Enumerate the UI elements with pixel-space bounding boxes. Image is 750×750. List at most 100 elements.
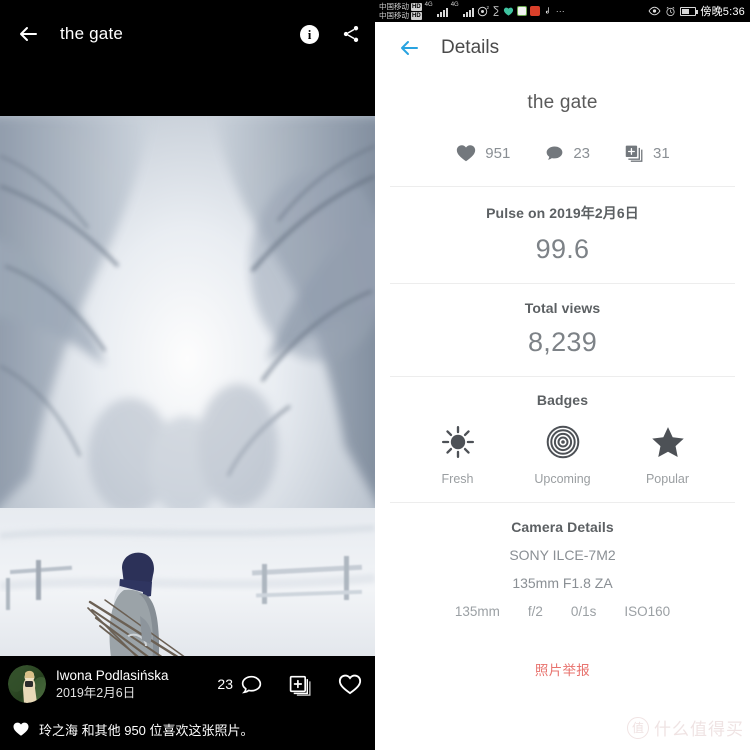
photo-image[interactable] — [0, 116, 375, 656]
author-meta: Iwona Podlasińska 2019年2月6日 — [56, 667, 217, 702]
share-icon[interactable] — [341, 24, 361, 44]
avatar-image — [8, 665, 46, 703]
comment-icon — [241, 675, 262, 693]
heart-icon — [457, 145, 476, 162]
details-header: Details — [375, 22, 750, 74]
info-icon[interactable]: i — [300, 24, 319, 44]
author-date: 2019年2月6日 — [56, 685, 136, 700]
watermark-mark: 值 — [627, 716, 649, 739]
views-value: 8,239 — [527, 327, 598, 357]
right-details-screen: 中国移动 HD 中国移动 HD 4G 4G 2 ··· 傍晚5:36 Detai… — [375, 0, 750, 750]
views-section: Total views 8,239 — [375, 284, 750, 376]
pulse-section: Pulse on 2019年2月6日 99.6 — [375, 187, 750, 283]
comment-icon — [546, 146, 563, 160]
report-photo-link[interactable]: 照片举报 — [375, 633, 750, 679]
back-arrow-icon — [401, 41, 418, 55]
battery-icon — [680, 6, 699, 16]
heart-filled-icon — [13, 722, 29, 736]
exif-aperture: f/2 — [527, 604, 543, 619]
carrier-stack: 中国移动 HD 中国移动 HD — [379, 2, 422, 20]
like-heart-icon[interactable] — [337, 671, 363, 697]
stat-likes-value: 951 — [485, 144, 511, 162]
details-title: Details — [441, 37, 500, 58]
stat-comments-value: 23 — [573, 144, 591, 162]
status-bar-right: 傍晚5:36 — [648, 3, 745, 19]
page-title: the gate — [60, 24, 124, 43]
watermark-text: 什么值得买 — [654, 720, 744, 739]
stat-comments[interactable]: 23 — [544, 143, 590, 164]
app-icon-wechat — [516, 6, 527, 16]
comment-count: 23 — [217, 676, 233, 692]
badge-upcoming[interactable]: Upcoming — [518, 424, 608, 486]
wifi-hotspot-icon: 2 — [477, 5, 489, 17]
badge-popular-label: Popular — [645, 472, 690, 486]
details-photo-title: the gate — [527, 92, 598, 113]
author-row[interactable]: Iwona Podlasińska 2019年2月6日 23 — [0, 656, 375, 712]
carrier-name-2: 中国移动 — [379, 11, 409, 20]
camera-lens: 135mm F1.8 ZA — [512, 575, 613, 591]
left-top-bar: the gate i — [0, 0, 375, 116]
hourglass-icon — [493, 6, 499, 16]
star-icon — [651, 427, 684, 458]
left-top-actions: i — [300, 10, 375, 58]
back-button[interactable] — [0, 10, 56, 58]
carrier-name-1: 中国移动 — [379, 2, 409, 11]
camera-body: SONY ILCE-7M2 — [509, 547, 616, 563]
badge-fresh[interactable]: Fresh — [413, 424, 503, 486]
status-bar: 中国移动 HD 中国移动 HD 4G 4G 2 ··· 傍晚5:36 — [375, 0, 750, 22]
badge-popular[interactable]: Popular — [623, 424, 713, 486]
more-icon: ··· — [555, 6, 565, 16]
status-bar-left: 中国移动 HD 中国移动 HD 4G 4G 2 ··· — [379, 2, 565, 20]
camera-label: Camera Details — [511, 519, 614, 535]
stat-collections[interactable]: 31 — [624, 143, 670, 164]
details-back-button[interactable] — [389, 28, 429, 68]
camera-section: Camera Details SONY ILCE-7M2 135mm F1.8 … — [375, 503, 750, 633]
dual-screenshot: the gate i Iwona Podlasińska 2019年2月6日 2… — [0, 0, 750, 750]
collection-icon — [625, 145, 643, 162]
stat-likes[interactable]: 951 — [455, 142, 510, 164]
likes-text: 玲之海 和其他 950 位喜欢这张照片。 — [39, 722, 254, 738]
exif-row: 135mm f/2 0/1s ISO160 — [375, 604, 750, 619]
author-name: Iwona Podlasińska — [56, 667, 169, 683]
photo-canvas — [0, 116, 375, 656]
alarm-clock-icon — [666, 6, 675, 16]
comment-button[interactable]: 23 — [217, 672, 264, 697]
carrier-line-1: 中国移动 HD — [379, 2, 422, 11]
back-arrow-icon — [20, 27, 37, 41]
svg-text:2: 2 — [486, 5, 489, 10]
badges-row: Fresh Upcoming Popular — [375, 408, 750, 486]
stats-row: 951 23 31 — [375, 114, 750, 186]
badge-fresh-label: Fresh — [441, 472, 474, 486]
add-to-collection-icon[interactable] — [288, 672, 313, 697]
network-label-2: 4G — [450, 2, 459, 8]
health-heart-icon — [503, 7, 513, 16]
watermark: 值 什么值得买 — [627, 715, 744, 740]
exif-shutter: 0/1s — [570, 604, 597, 619]
left-bottom-bar: Iwona Podlasińska 2019年2月6日 23 玲之海 和其他 9… — [0, 656, 375, 750]
carrier-line-2: 中国移动 HD — [379, 11, 422, 20]
left-action-icons: 23 — [217, 671, 363, 697]
badges-label: Badges — [536, 392, 589, 408]
signal-bars-1 — [436, 6, 448, 17]
eye-icon — [648, 6, 661, 16]
rings-icon — [546, 425, 579, 459]
pulse-label: Pulse on 2019年2月6日 — [486, 205, 639, 221]
pulse-value: 99.6 — [535, 234, 590, 264]
app-icon-red — [529, 6, 540, 16]
badges-section: Badges Fresh Upcoming Popular — [375, 377, 750, 502]
tiktok-icon — [545, 7, 549, 14]
left-photo-screen: the gate i Iwona Podlasińska 2019年2月6日 2… — [0, 0, 375, 750]
badge-upcoming-label: Upcoming — [534, 472, 591, 486]
status-bar-time: 傍晚5:36 — [700, 6, 745, 18]
sun-icon — [441, 425, 474, 459]
views-label: Total views — [524, 300, 601, 316]
hd-badge-2: HD — [411, 11, 422, 20]
stat-collections-value: 31 — [653, 144, 670, 162]
exif-focal: 135mm — [454, 604, 500, 619]
exif-iso: ISO160 — [624, 604, 671, 619]
hd-badge-1: HD — [411, 2, 422, 11]
signal-bars-2 — [462, 6, 474, 17]
likes-row[interactable]: 玲之海 和其他 950 位喜欢这张照片。 — [0, 712, 375, 746]
network-label-1: 4G — [424, 2, 433, 8]
avatar[interactable] — [8, 665, 46, 703]
